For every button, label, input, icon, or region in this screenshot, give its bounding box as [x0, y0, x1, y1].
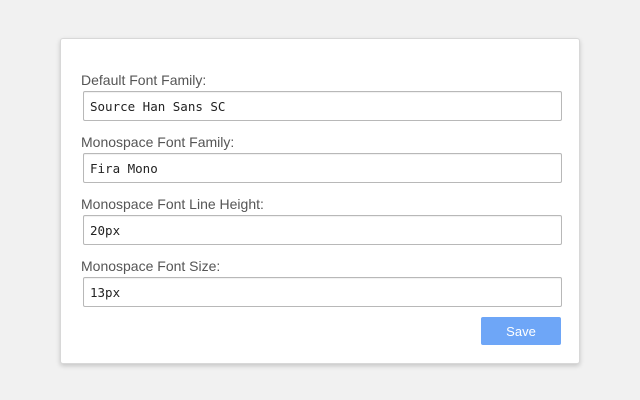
save-button[interactable]: Save [481, 317, 561, 345]
monospace-line-height-label: Monospace Font Line Height: [81, 196, 264, 212]
settings-card: Default Font Family: Monospace Font Fami… [60, 38, 580, 364]
monospace-line-height-input[interactable] [83, 215, 562, 245]
default-font-family-label: Default Font Family: [81, 72, 207, 88]
monospace-font-size-label: Monospace Font Size: [81, 258, 221, 274]
monospace-font-size-input[interactable] [83, 277, 562, 307]
monospace-font-family-input[interactable] [83, 153, 562, 183]
default-font-family-input[interactable] [83, 91, 562, 121]
monospace-font-family-label: Monospace Font Family: [81, 134, 235, 150]
